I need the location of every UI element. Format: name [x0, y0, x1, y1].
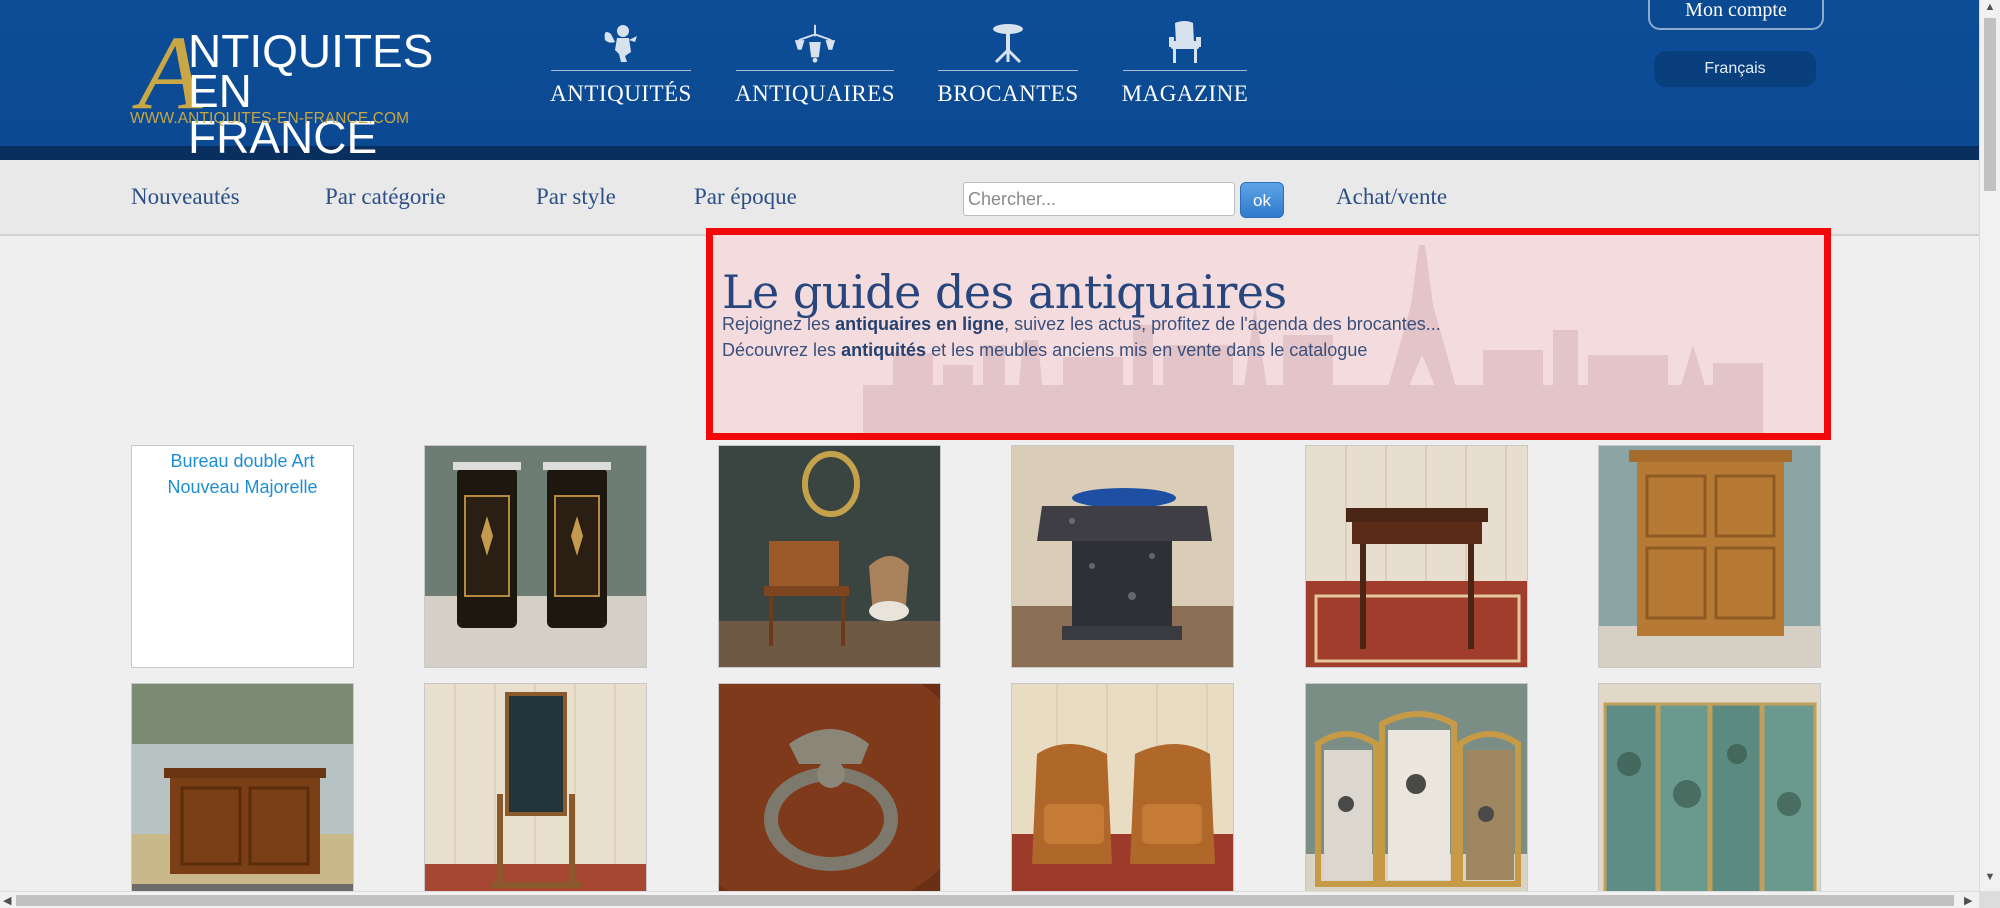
nav-label: BROCANTES	[937, 81, 1079, 106]
product-thumbnail[interactable]	[1598, 445, 1821, 668]
product-thumbnail[interactable]	[718, 683, 941, 906]
horizontal-scroll-thumb[interactable]	[16, 895, 1954, 906]
scroll-right-arrow-icon[interactable]: ▶	[1964, 894, 1972, 907]
product-thumbnail[interactable]	[1305, 683, 1528, 906]
product-thumbnail[interactable]	[131, 683, 354, 906]
nav-label: MAGAZINE	[1121, 81, 1249, 106]
scroll-left-arrow-icon[interactable]: ◀	[3, 894, 11, 907]
category-nav: Nouveautés Par catégorie Par style Par é…	[0, 160, 1979, 236]
broken-image-alt: Bureau double Art Nouveau Majorelle	[167, 451, 318, 497]
account-button[interactable]: Mon compte	[1648, 0, 1824, 30]
search-input[interactable]	[963, 182, 1235, 216]
subnav-achat-vente[interactable]: Achat/vente	[1336, 184, 1447, 210]
search-ok-button[interactable]: ok	[1240, 182, 1284, 218]
nav-label: ANTIQUAIRES	[734, 81, 896, 106]
product-thumbnail[interactable]	[1305, 445, 1528, 668]
hero-banner: Le guide des antiquaires Rejoignez les a…	[706, 228, 1831, 440]
product-thumbnail[interactable]	[424, 683, 647, 906]
nav-antiquites[interactable]: ANTIQUITÉS	[550, 20, 692, 110]
product-thumbnail[interactable]	[424, 445, 647, 668]
scroll-down-arrow-icon[interactable]: ▼	[1984, 872, 1996, 883]
hero-line-2: Découvrez les antiquités et les meubles …	[722, 340, 1368, 360]
armchair-icon	[1163, 20, 1207, 66]
subnav-par-epoque[interactable]: Par époque	[694, 184, 797, 210]
nav-magazine[interactable]: MAGAZINE	[1121, 20, 1249, 110]
site-logo[interactable]: A NTIQUITES EN FRANCE WWW.ANTIQUITES-EN-…	[130, 20, 440, 161]
language-select[interactable]: Français	[1654, 51, 1816, 87]
nav-brocantes[interactable]: BROCANTES	[937, 20, 1079, 110]
account-label: Mon compte	[1685, 0, 1787, 21]
product-thumbnail[interactable]	[1598, 683, 1821, 906]
hero-title: Le guide des antiquaires	[722, 265, 1287, 319]
product-thumbnail[interactable]	[718, 445, 941, 668]
horizontal-scrollbar[interactable]: ◀ ▶	[0, 891, 1979, 908]
gueridon-table-icon	[986, 20, 1030, 66]
site-header: A NTIQUITES EN FRANCE WWW.ANTIQUITES-EN-…	[0, 0, 1979, 160]
nav-label: ANTIQUITÉS	[550, 81, 692, 106]
product-thumbnail[interactable]	[1011, 683, 1234, 906]
vertical-scroll-thumb[interactable]	[1984, 18, 1996, 191]
scroll-up-arrow-icon[interactable]: ▲	[1984, 2, 1996, 13]
vertical-scrollbar[interactable]: ▲ ▼	[1979, 0, 2000, 891]
cherub-icon	[599, 20, 643, 66]
nav-antiquaires[interactable]: ANTIQUAIRES	[734, 20, 896, 110]
link-antiquaires-en-ligne[interactable]: antiquaires en ligne	[835, 314, 1004, 334]
scrollbar-corner	[1979, 891, 2000, 908]
product-thumbnail[interactable]: Bureau double Art Nouveau Majorelle	[131, 445, 354, 668]
chandelier-icon	[793, 20, 837, 66]
subnav-par-categorie[interactable]: Par catégorie	[325, 184, 446, 210]
product-thumbnail[interactable]	[1011, 445, 1234, 668]
subnav-nouveautes[interactable]: Nouveautés	[131, 184, 240, 210]
logo-url: WWW.ANTIQUITES-EN-FRANCE.COM	[130, 110, 410, 127]
hero-line-1: Rejoignez les antiquaires en ligne, suiv…	[722, 314, 1441, 334]
link-antiquites[interactable]: antiquités	[841, 340, 926, 360]
subnav-par-style[interactable]: Par style	[536, 184, 616, 210]
